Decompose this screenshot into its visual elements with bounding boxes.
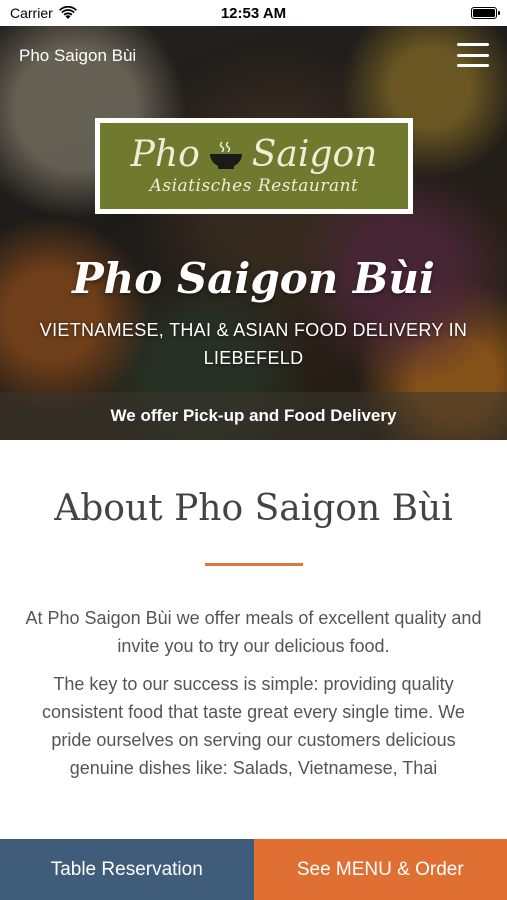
logo-inner: Pho Saigon Asiatisches Restaurant [100,123,408,209]
about-divider [204,563,303,566]
about-section: About Pho Saigon Bùi At Pho Saigon Bùi w… [0,440,507,839]
logo-title-left: Pho [130,134,200,175]
carrier-label: Carrier [10,5,53,21]
brand-link[interactable]: Pho Saigon Bùi [19,46,136,66]
logo-title: Pho Saigon [131,136,378,174]
about-paragraph-2: The key to our success is simple: provid… [42,674,465,778]
menu-bar [457,64,489,67]
hero-title: Pho Saigon Bùi [72,254,435,303]
table-reservation-button[interactable]: Table Reservation [0,839,254,900]
status-bar: Carrier 12:53 AM [0,0,507,26]
hamburger-menu-icon[interactable] [457,43,489,67]
status-time: 12:53 AM [220,4,287,22]
about-title: About Pho Saigon Bùi [54,488,453,529]
battery-icon [471,7,500,19]
pickup-delivery-banner: We offer Pick-up and Food Delivery [0,392,507,440]
restaurant-logo: Pho Saigon Asiatisches Restaurant [95,118,413,214]
see-menu-order-button[interactable]: See MENU & Order [253,839,507,900]
about-paragraph-1: At Pho Saigon Bùi we offer meals of exce… [25,608,482,656]
logo-subtitle: Asiatisches Restaurant [149,176,359,196]
hero-subtitle: VIETNAMESE, THAI & ASIAN FOOD DELIVERY I… [39,320,468,368]
battery-fill [473,9,495,17]
banner-text: We offer Pick-up and Food Delivery [110,406,397,425]
menu-bar [457,43,489,46]
wifi-icon [58,6,77,19]
menu-bar [457,53,489,57]
hero-overlay [0,26,507,440]
status-left: Carrier [10,5,77,21]
logo-title-right: Saigon [251,134,378,175]
soup-bowl-icon [209,141,242,169]
hero-section: Pho Saigon Bùi Pho Saigon Asiatisches Re… [0,26,507,440]
bottom-action-bar: Table Reservation See MENU & Order [0,839,507,900]
